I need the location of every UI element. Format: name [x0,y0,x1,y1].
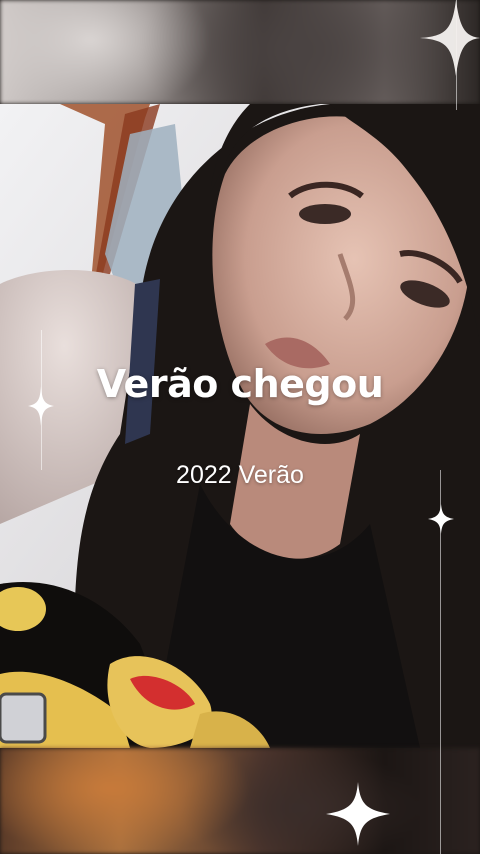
story-title: Verão chegou [96,362,384,406]
sparkle-icon [400,0,480,100]
photo-frame [0,104,480,748]
story-subtitle: 2022 Verão [176,461,304,489]
blurred-bottom-band [0,748,480,854]
portrait-photo [0,104,480,748]
sparkle-icon [326,782,390,846]
sparkle-icon [428,504,454,534]
story-canvas: Verão chegou 2022 Verão [0,0,480,854]
